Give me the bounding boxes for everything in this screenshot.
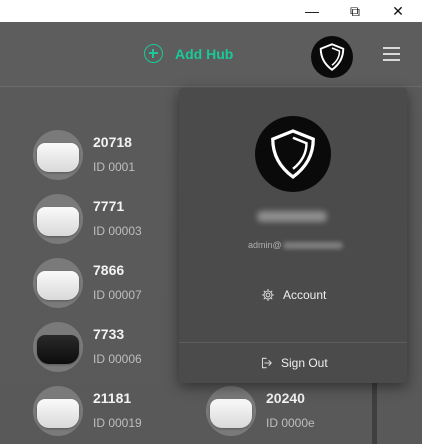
hub-device-image xyxy=(33,194,83,244)
hub-name: 20718 xyxy=(93,134,132,150)
hub-id: ID 00007 xyxy=(93,288,142,302)
shield-icon xyxy=(271,129,315,179)
add-hub-label: Add Hub xyxy=(175,45,234,62)
hub-id: ID 00003 xyxy=(93,224,142,238)
popup-divider xyxy=(179,342,407,343)
app-content: Add Hub 20718 ID 0001 7771 ID 00003 7866… xyxy=(0,22,422,444)
hub-name: 20240 xyxy=(266,390,305,406)
window-titlebar: — ⧉ ✕ xyxy=(0,0,422,22)
email-domain-blurred xyxy=(282,242,343,250)
hub-id: ID 0001 xyxy=(93,160,136,174)
hub-item[interactable]: 21181 ID 00019 xyxy=(33,386,203,442)
hub-device-image xyxy=(33,322,83,372)
hub-item[interactable]: 7866 ID 00007 xyxy=(33,258,203,314)
scrollbar[interactable] xyxy=(372,379,377,444)
minimize-button[interactable]: — xyxy=(290,0,334,22)
hub-id: ID 00006 xyxy=(93,352,142,366)
hub-device-image xyxy=(33,386,83,436)
minimize-icon: — xyxy=(305,3,319,19)
shield-icon xyxy=(319,43,345,71)
close-button[interactable]: ✕ xyxy=(376,0,420,22)
plus-circle-icon xyxy=(144,44,163,63)
hub-item[interactable]: 7733 ID 00006 xyxy=(33,322,203,378)
hub-name: 21181 xyxy=(93,390,132,406)
hub-item[interactable]: 7771 ID 00003 xyxy=(33,194,203,250)
hub-item[interactable]: 20240 ID 0000e xyxy=(206,386,376,442)
app-header: Add Hub xyxy=(0,22,422,86)
hub-name: 7771 xyxy=(93,198,125,214)
hub-name: 7866 xyxy=(93,262,125,278)
hamburger-menu-icon[interactable] xyxy=(383,46,400,62)
restore-icon: ⧉ xyxy=(350,2,360,19)
add-hub-button[interactable]: Add Hub xyxy=(144,44,233,63)
account-menu-item[interactable]: Account xyxy=(261,288,326,302)
hub-device-image xyxy=(33,258,83,308)
hub-device-image xyxy=(206,386,256,436)
sign-out-label: Sign Out xyxy=(281,356,328,370)
restore-button[interactable]: ⧉ xyxy=(333,0,377,22)
hub-item[interactable]: 20718 ID 0001 xyxy=(33,130,203,186)
account-popup: admin@ Account Sign Out xyxy=(179,88,407,383)
user-avatar-button[interactable] xyxy=(311,36,353,78)
user-email: admin@ xyxy=(248,240,343,250)
account-label: Account xyxy=(283,288,327,302)
hub-id: ID 0000e xyxy=(266,416,315,430)
close-icon: ✕ xyxy=(392,2,404,19)
hub-device-image xyxy=(33,130,83,180)
header-divider xyxy=(0,86,422,87)
hub-name: 7733 xyxy=(93,326,125,342)
sign-out-menu-item[interactable]: Sign Out xyxy=(259,356,328,370)
gear-icon xyxy=(261,288,275,302)
user-name-blurred xyxy=(257,211,327,222)
profile-avatar xyxy=(255,116,331,192)
hub-id: ID 00019 xyxy=(93,416,142,430)
sign-out-icon xyxy=(261,357,272,369)
email-prefix: admin@ xyxy=(248,240,282,250)
